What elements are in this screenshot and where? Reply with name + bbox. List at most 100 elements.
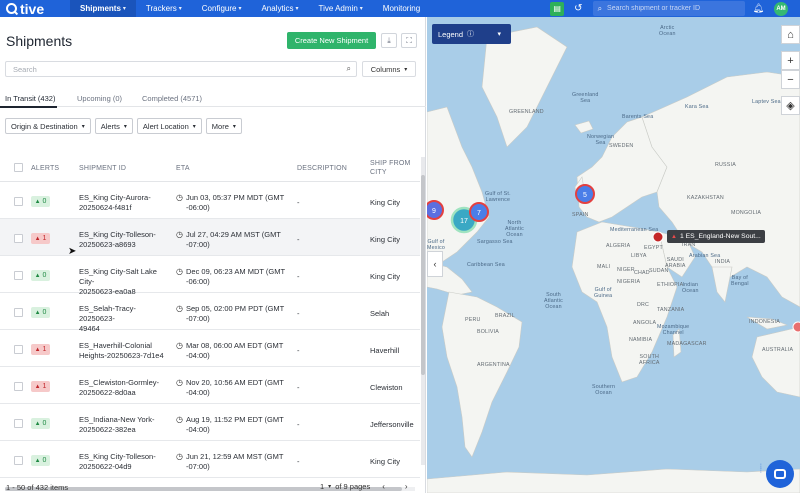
nav-shipments[interactable]: Shipments ▾	[70, 0, 136, 17]
alert-marker[interactable]	[652, 231, 664, 243]
eta-line: -07:00)	[186, 240, 210, 249]
cluster-count: 5	[583, 192, 587, 199]
layers-icon[interactable]: ◈	[781, 96, 800, 115]
eta-cell: ◷ Jun 21, 12:59 AM MST (GMT -07:00)	[176, 452, 291, 472]
table-row[interactable]: ▲ 1 ES_Clewiston-Gormley- 20250622-8d0aa ◷ No…	[0, 367, 420, 404]
filter-label: Alerts	[100, 121, 120, 131]
col-alerts[interactable]: ALERTS	[31, 165, 59, 172]
row-checkbox[interactable]	[14, 456, 23, 465]
tive-logo[interactable]: tive	[0, 0, 70, 17]
alert-badge: ▲ 1	[31, 381, 50, 392]
zoom-in-icon[interactable]: +	[781, 51, 800, 70]
col-ship-from[interactable]: SHIP FROM	[370, 160, 411, 167]
page-select[interactable]: 1	[320, 482, 324, 491]
shipment-id[interactable]: ES_King City-Aurora- 20250624-f481f	[79, 193, 171, 213]
spreadsheet-icon[interactable]: ▤	[550, 1, 565, 16]
tab-in-transit[interactable]: In Transit (432)	[0, 94, 58, 108]
chevron-down-icon: ▾	[122, 6, 126, 12]
nav-label: Trackers	[145, 4, 177, 13]
nav-analytics[interactable]: Analytics ▾	[251, 0, 308, 17]
bell-icon[interactable]: 🔔︎	[753, 3, 764, 14]
expand-icon[interactable]: ⛶	[401, 33, 417, 48]
drag-handle-icon[interactable]: ⋮ ⋮	[758, 464, 764, 483]
legend-dropdown[interactable]: Legend ⓘ ▾	[432, 24, 511, 44]
alert-marker[interactable]	[792, 321, 800, 333]
row-checkbox[interactable]	[14, 197, 23, 206]
row-checkbox[interactable]	[14, 234, 23, 243]
chevron-down-icon: ▾	[497, 31, 501, 38]
col-eta[interactable]: ETA	[176, 165, 190, 172]
select-all-checkbox[interactable]	[14, 163, 23, 172]
global-search-input[interactable]	[607, 5, 728, 12]
shipment-id[interactable]: ES_Haverhill-Colonial Heights-20250623-7d…	[79, 341, 171, 361]
prev-page-icon[interactable]: ‹	[382, 482, 385, 491]
search-field[interactable]: ⌕	[5, 61, 357, 77]
nav-configure[interactable]: Configure ▾	[192, 0, 252, 17]
col-description[interactable]: DESCRIPTION	[297, 165, 347, 172]
shipment-id[interactable]: ES_King City-Tolleson- 20250622-04d9	[79, 452, 171, 472]
avatar[interactable]: AM	[774, 1, 788, 16]
home-icon[interactable]: ⌂	[781, 25, 800, 44]
shipment-id-line: 20250622-8d0aa	[79, 388, 136, 397]
alert-count: 1	[42, 235, 47, 242]
filter-origin-destination[interactable]: Origin & Destination ▾	[5, 118, 91, 134]
row-checkbox[interactable]	[14, 419, 23, 428]
cluster-count: 17	[460, 218, 468, 225]
table-row[interactable]: ▲ 0 ES_King City-Aurora- 20250624-f481f ◷ Jun…	[0, 182, 420, 219]
row-checkbox[interactable]	[14, 345, 23, 354]
table-row[interactable]: ▲ 1 ES_King City-Tolleson- 20250623-a8693 ◷ J…	[0, 219, 420, 256]
filter-label: Alert Location	[142, 121, 189, 131]
history-icon[interactable]: ↺	[574, 3, 582, 14]
warning-icon: ▲	[34, 346, 41, 353]
vertical-scrollbar[interactable]	[421, 157, 425, 465]
map-label: KAZAKHSTAN	[687, 195, 724, 201]
shipment-id[interactable]: ES_Indiana-New York- 20250622-382ea	[79, 415, 171, 435]
chevron-down-icon: ▾	[232, 123, 236, 130]
search-input[interactable]	[13, 64, 333, 74]
next-page-icon[interactable]: ›	[405, 482, 408, 491]
description-cell: -	[297, 383, 300, 392]
shipment-tooltip[interactable]: ▲ 1 ES_England-New Sout...	[667, 230, 765, 243]
shipments-map[interactable]: 9 17 7 5 Arctic Ocean GREENLAND Greenland…	[427, 17, 800, 493]
scroll-thumb[interactable]	[421, 175, 425, 375]
tab-upcoming[interactable]: Upcoming (0)	[77, 94, 122, 103]
chat-button[interactable]	[766, 460, 794, 488]
eta-line: Aug 19, 11:52 PM EDT (GMT	[186, 415, 284, 424]
table-row[interactable]: ▲ 0 ES_Selah-Tracy-20250623- 49464 ◷ Sep 05, …	[0, 293, 420, 333]
description-cell: -	[297, 309, 300, 318]
collapse-panel-icon[interactable]: ‹	[427, 251, 443, 277]
map-label: Gulf of Mexico	[427, 239, 445, 251]
row-checkbox[interactable]	[14, 308, 23, 317]
filter-alert-location[interactable]: Alert Location ▾	[136, 118, 202, 134]
nav-tive-admin[interactable]: Tive Admin ▾	[309, 0, 373, 17]
create-shipment-button[interactable]: Create New Shipment	[287, 32, 376, 49]
legend-label: Legend	[438, 29, 464, 39]
nav-trackers[interactable]: Trackers ▾	[136, 0, 192, 17]
chevron-down-icon[interactable]: ▾	[328, 483, 331, 490]
warning-icon: ▲	[34, 235, 41, 242]
tab-completed[interactable]: Completed (4571)	[142, 94, 202, 103]
columns-button[interactable]: Columns ▾	[362, 61, 416, 77]
row-checkbox[interactable]	[14, 382, 23, 391]
shipment-id[interactable]: ES_Clewiston-Gormley- 20250622-8d0aa	[79, 378, 171, 398]
shipment-id-line: ES_King City-Aurora-	[79, 193, 151, 202]
eta-line: Sep 05, 02:00 PM PDT (GMT	[186, 304, 285, 313]
map-label: Gulf of Guinea	[594, 287, 613, 299]
table-row[interactable]: ▲ 0 ES_King City-Tolleson- 20250622-04d9 ◷ Ju…	[0, 441, 420, 478]
ship-from-cell: King City	[370, 457, 401, 466]
alert-count: 1	[42, 383, 47, 390]
table-row[interactable]: ▲ 1 ES_Haverhill-Colonial Heights-20250623-…	[0, 330, 420, 367]
shipment-id[interactable]: ES_King City-Tolleson- 20250623-a8693	[79, 230, 171, 250]
nav-monitoring[interactable]: Monitoring	[373, 0, 430, 17]
zoom-out-icon[interactable]: −	[781, 70, 800, 89]
global-search[interactable]: ⌕	[592, 1, 745, 16]
map-label: SPAIN	[572, 212, 589, 218]
map-label: BRAZIL	[495, 313, 515, 319]
table-row[interactable]: ▲ 0 ES_Indiana-New York- 20250622-382ea ◷ Aug…	[0, 404, 420, 441]
filter-more[interactable]: More ▾	[205, 118, 242, 134]
download-icon[interactable]: ⤓	[381, 33, 397, 48]
table-row[interactable]: ▲ 0 ES_King City-Salt Lake City- 20250623-e…	[0, 256, 420, 296]
filter-alerts[interactable]: Alerts ▾	[94, 118, 133, 134]
row-checkbox[interactable]	[14, 271, 23, 280]
col-shipment-id[interactable]: SHIPMENT ID	[79, 165, 126, 172]
